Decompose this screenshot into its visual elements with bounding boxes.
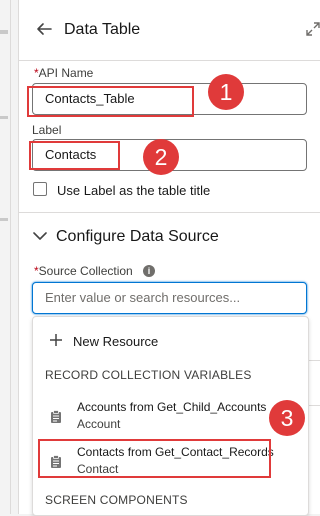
clipboard-icon	[51, 410, 61, 423]
new-resource-label: New Resource	[73, 334, 159, 349]
record-collection-heading: RECORD COLLECTION VARIABLES	[45, 368, 252, 382]
dropdown-option-title: Accounts from Get_Child_Accounts	[77, 400, 267, 414]
section-title[interactable]: Configure Data Source	[56, 228, 219, 246]
left-panel-tab	[0, 218, 8, 221]
api-name-label: *API Name	[34, 66, 93, 80]
api-name-label-text: API Name	[38, 66, 94, 80]
use-label-checkbox[interactable]	[33, 182, 47, 196]
callout-badge-2: 2	[143, 139, 179, 175]
callout-box-label	[29, 141, 120, 170]
expand-icon[interactable]	[306, 22, 320, 36]
resource-dropdown: New Resource RECORD COLLECTION VARIABLES…	[32, 316, 309, 516]
chevron-down-icon[interactable]	[33, 231, 47, 241]
callout-box-api-name	[27, 86, 194, 117]
search-placeholder: Enter value or search resources...	[45, 290, 241, 305]
label-field-label-text: Label	[32, 123, 62, 137]
label-field-label: Label	[32, 123, 61, 137]
info-icon[interactable]: i	[143, 265, 155, 277]
panel-header: Data Table	[19, 0, 320, 61]
left-panel-tab	[0, 30, 8, 34]
source-collection-label: *Source Collection	[34, 264, 133, 278]
callout-badge-3: 3	[269, 400, 305, 436]
source-collection-label-text: Source Collection	[38, 264, 133, 278]
left-panel-edge	[0, 0, 11, 514]
dropdown-option-accounts[interactable]: Accounts from Get_Child_Accounts Account	[33, 397, 308, 437]
screen-components-heading: SCREEN COMPONENTS	[45, 493, 188, 507]
callout-box-contacts-option	[38, 439, 271, 478]
plus-icon	[50, 334, 62, 346]
dropdown-option-subtitle: Account	[77, 417, 121, 431]
arrow-left-icon[interactable]	[35, 20, 53, 38]
callout-badge-1: 1	[208, 74, 244, 110]
use-label-checkbox-label: Use Label as the table title	[57, 183, 211, 198]
left-panel-tab	[0, 116, 8, 119]
panel-title: Data Table	[64, 21, 141, 38]
new-resource-option[interactable]: New Resource	[33, 327, 308, 355]
section-divider	[19, 212, 320, 213]
properties-panel: Data Table *API Name Contacts_Table Labe…	[18, 0, 320, 516]
source-collection-search-input[interactable]: Enter value or search resources...	[32, 282, 307, 314]
